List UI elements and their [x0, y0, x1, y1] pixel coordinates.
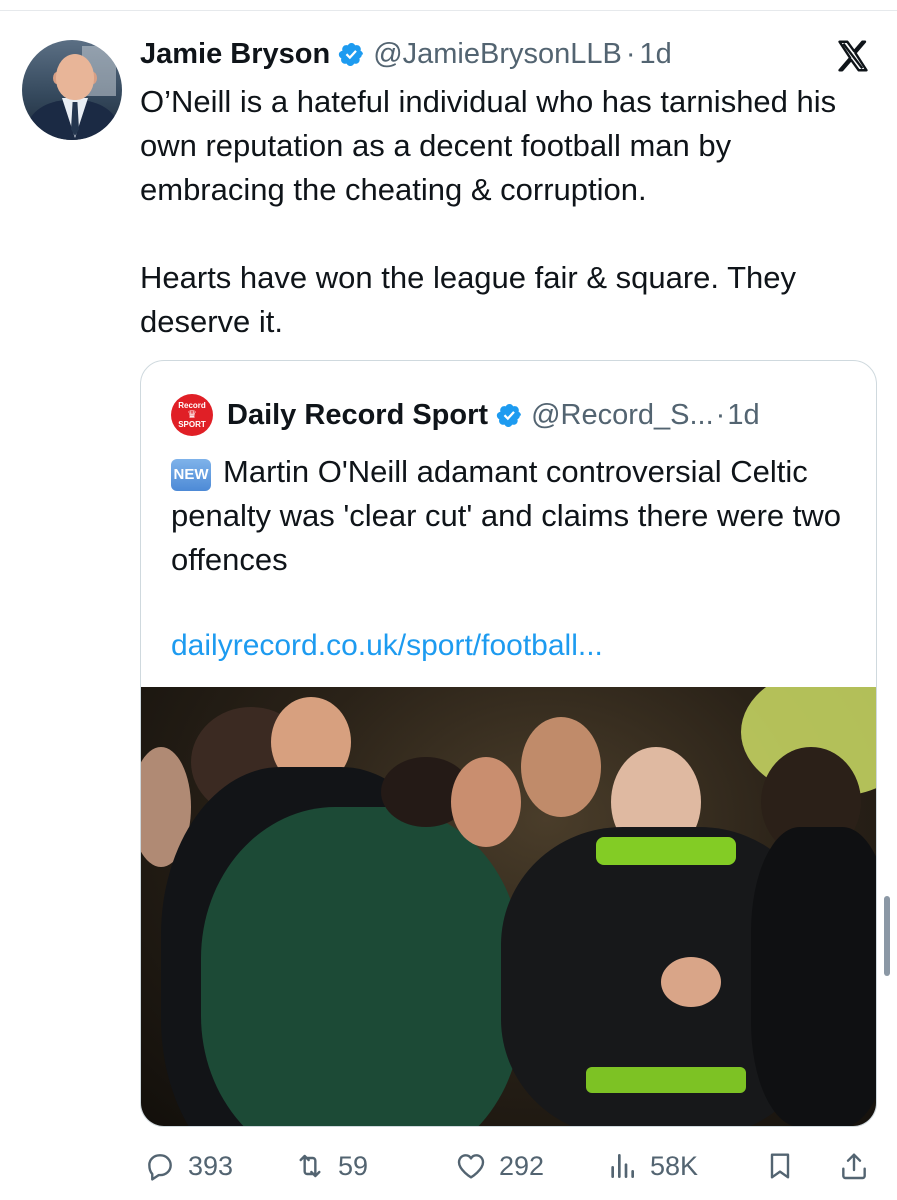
verified-badge-icon — [339, 42, 364, 66]
header-separator: · — [625, 37, 636, 70]
tweet-action-bar: 393 59 292 58K — [0, 1146, 897, 1186]
repost-icon — [299, 1154, 321, 1178]
scrollbar[interactable] — [884, 896, 890, 976]
photo-green-collar — [596, 837, 736, 865]
photo-face — [451, 757, 521, 847]
bookmark-button[interactable] — [764, 1146, 808, 1186]
share-button[interactable] — [838, 1146, 882, 1186]
quoted-tweet-card[interactable]: Record ♛ SPORT Daily Record Sport @Recor… — [140, 360, 877, 1127]
heart-icon — [457, 1154, 485, 1179]
author-handle[interactable]: @JamieBrysonLLB — [373, 38, 622, 71]
article-link[interactable]: dailyrecord.co.uk/sport/football... — [171, 629, 603, 663]
verified-badge-icon — [496, 403, 522, 427]
author-avatar[interactable] — [22, 40, 122, 140]
quoted-tweet-text: NEW Martin O'Neill adamant controversial … — [171, 450, 861, 582]
tweet-header: Jamie Bryson @JamieBrysonLLB · 1d — [140, 34, 672, 74]
quoted-author-handle[interactable]: @Record_S... — [531, 399, 714, 432]
photo-green-shirt — [201, 807, 521, 1126]
photo-hand — [661, 957, 721, 1007]
quoted-tweet-body: Martin O'Neill adamant controversial Cel… — [171, 454, 842, 577]
photo-jacket — [751, 827, 876, 1126]
views-icon — [611, 1154, 634, 1178]
quoted-header-separator: · — [715, 398, 726, 431]
new-badge: NEW — [171, 459, 211, 491]
tweet-paragraph: Hearts have won the league fair & square… — [140, 260, 796, 339]
tweet-paragraph: O’Neill is a hateful individual who has … — [140, 84, 837, 207]
share-icon — [842, 1153, 866, 1180]
reply-icon — [148, 1154, 172, 1181]
quoted-author-name[interactable]: Daily Record Sport — [227, 399, 488, 432]
x-logo-icon[interactable] — [834, 38, 872, 74]
like-button[interactable]: 292 — [455, 1146, 544, 1186]
author-name[interactable]: Jamie Bryson — [140, 38, 330, 71]
repost-button[interactable]: 59 — [294, 1146, 368, 1186]
views-count: 58K — [650, 1150, 699, 1181]
quoted-tweet-header: Record ♛ SPORT Daily Record Sport @Recor… — [171, 394, 760, 436]
daily-record-logo[interactable]: Record ♛ SPORT — [171, 394, 213, 436]
photo-face — [521, 717, 601, 817]
reply-button[interactable]: 393 — [144, 1146, 233, 1186]
lion-icon: ♛ — [187, 409, 197, 421]
tweet-text: O’Neill is a hateful individual who has … — [140, 80, 880, 344]
avatar-head — [56, 54, 94, 100]
like-count: 292 — [499, 1150, 545, 1181]
bookmark-icon — [770, 1153, 790, 1179]
quoted-tweet-time[interactable]: 1d — [727, 399, 759, 432]
article-photo[interactable] — [141, 687, 876, 1126]
reply-count: 393 — [188, 1150, 234, 1181]
logo-text-bottom: SPORT — [178, 420, 206, 429]
top-divider — [0, 10, 897, 11]
photo-green-trim — [586, 1067, 746, 1093]
views-button[interactable]: 58K — [606, 1146, 698, 1186]
tweet-time[interactable]: 1d — [640, 38, 672, 71]
repost-count: 59 — [338, 1150, 369, 1181]
